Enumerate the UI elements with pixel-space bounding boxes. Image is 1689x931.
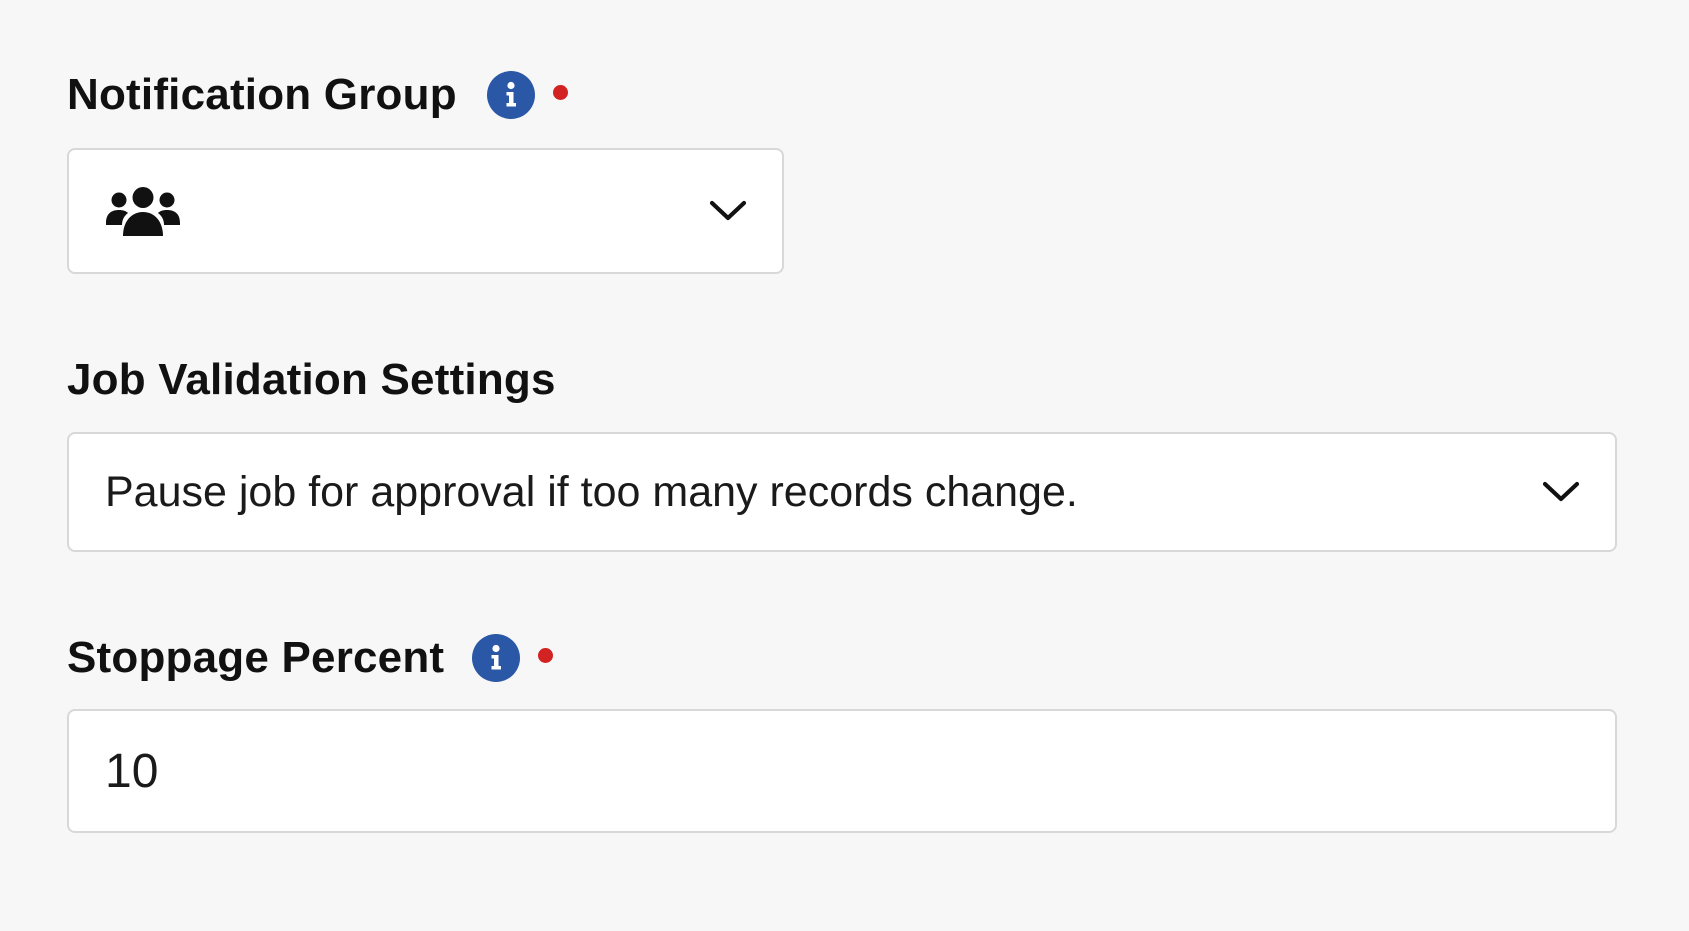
job-validation-label-row: Job Validation Settings xyxy=(67,350,556,410)
stoppage-percent-value: 10 xyxy=(105,744,159,798)
stoppage-percent-label-row: Stoppage Percent xyxy=(67,628,554,688)
info-icon[interactable] xyxy=(486,71,535,119)
required-indicator xyxy=(538,648,554,663)
job-validation-selected-value: Pause job for approval if too many recor… xyxy=(105,467,1078,516)
chevron-down-icon xyxy=(708,198,748,224)
job-validation-label: Job Validation Settings xyxy=(67,355,556,404)
users-group-icon xyxy=(105,185,181,237)
notification-group-label: Notification Group xyxy=(67,70,457,119)
job-validation-select[interactable]: Pause job for approval if too many recor… xyxy=(67,432,1617,552)
stoppage-percent-input[interactable]: 10 xyxy=(67,709,1617,833)
info-icon[interactable] xyxy=(472,634,521,682)
required-indicator xyxy=(552,85,568,100)
notification-group-label-row: Notification Group xyxy=(67,65,568,125)
notification-group-select[interactable] xyxy=(67,148,784,274)
chevron-down-icon xyxy=(1541,479,1581,505)
stoppage-percent-label: Stoppage Percent xyxy=(67,633,445,682)
